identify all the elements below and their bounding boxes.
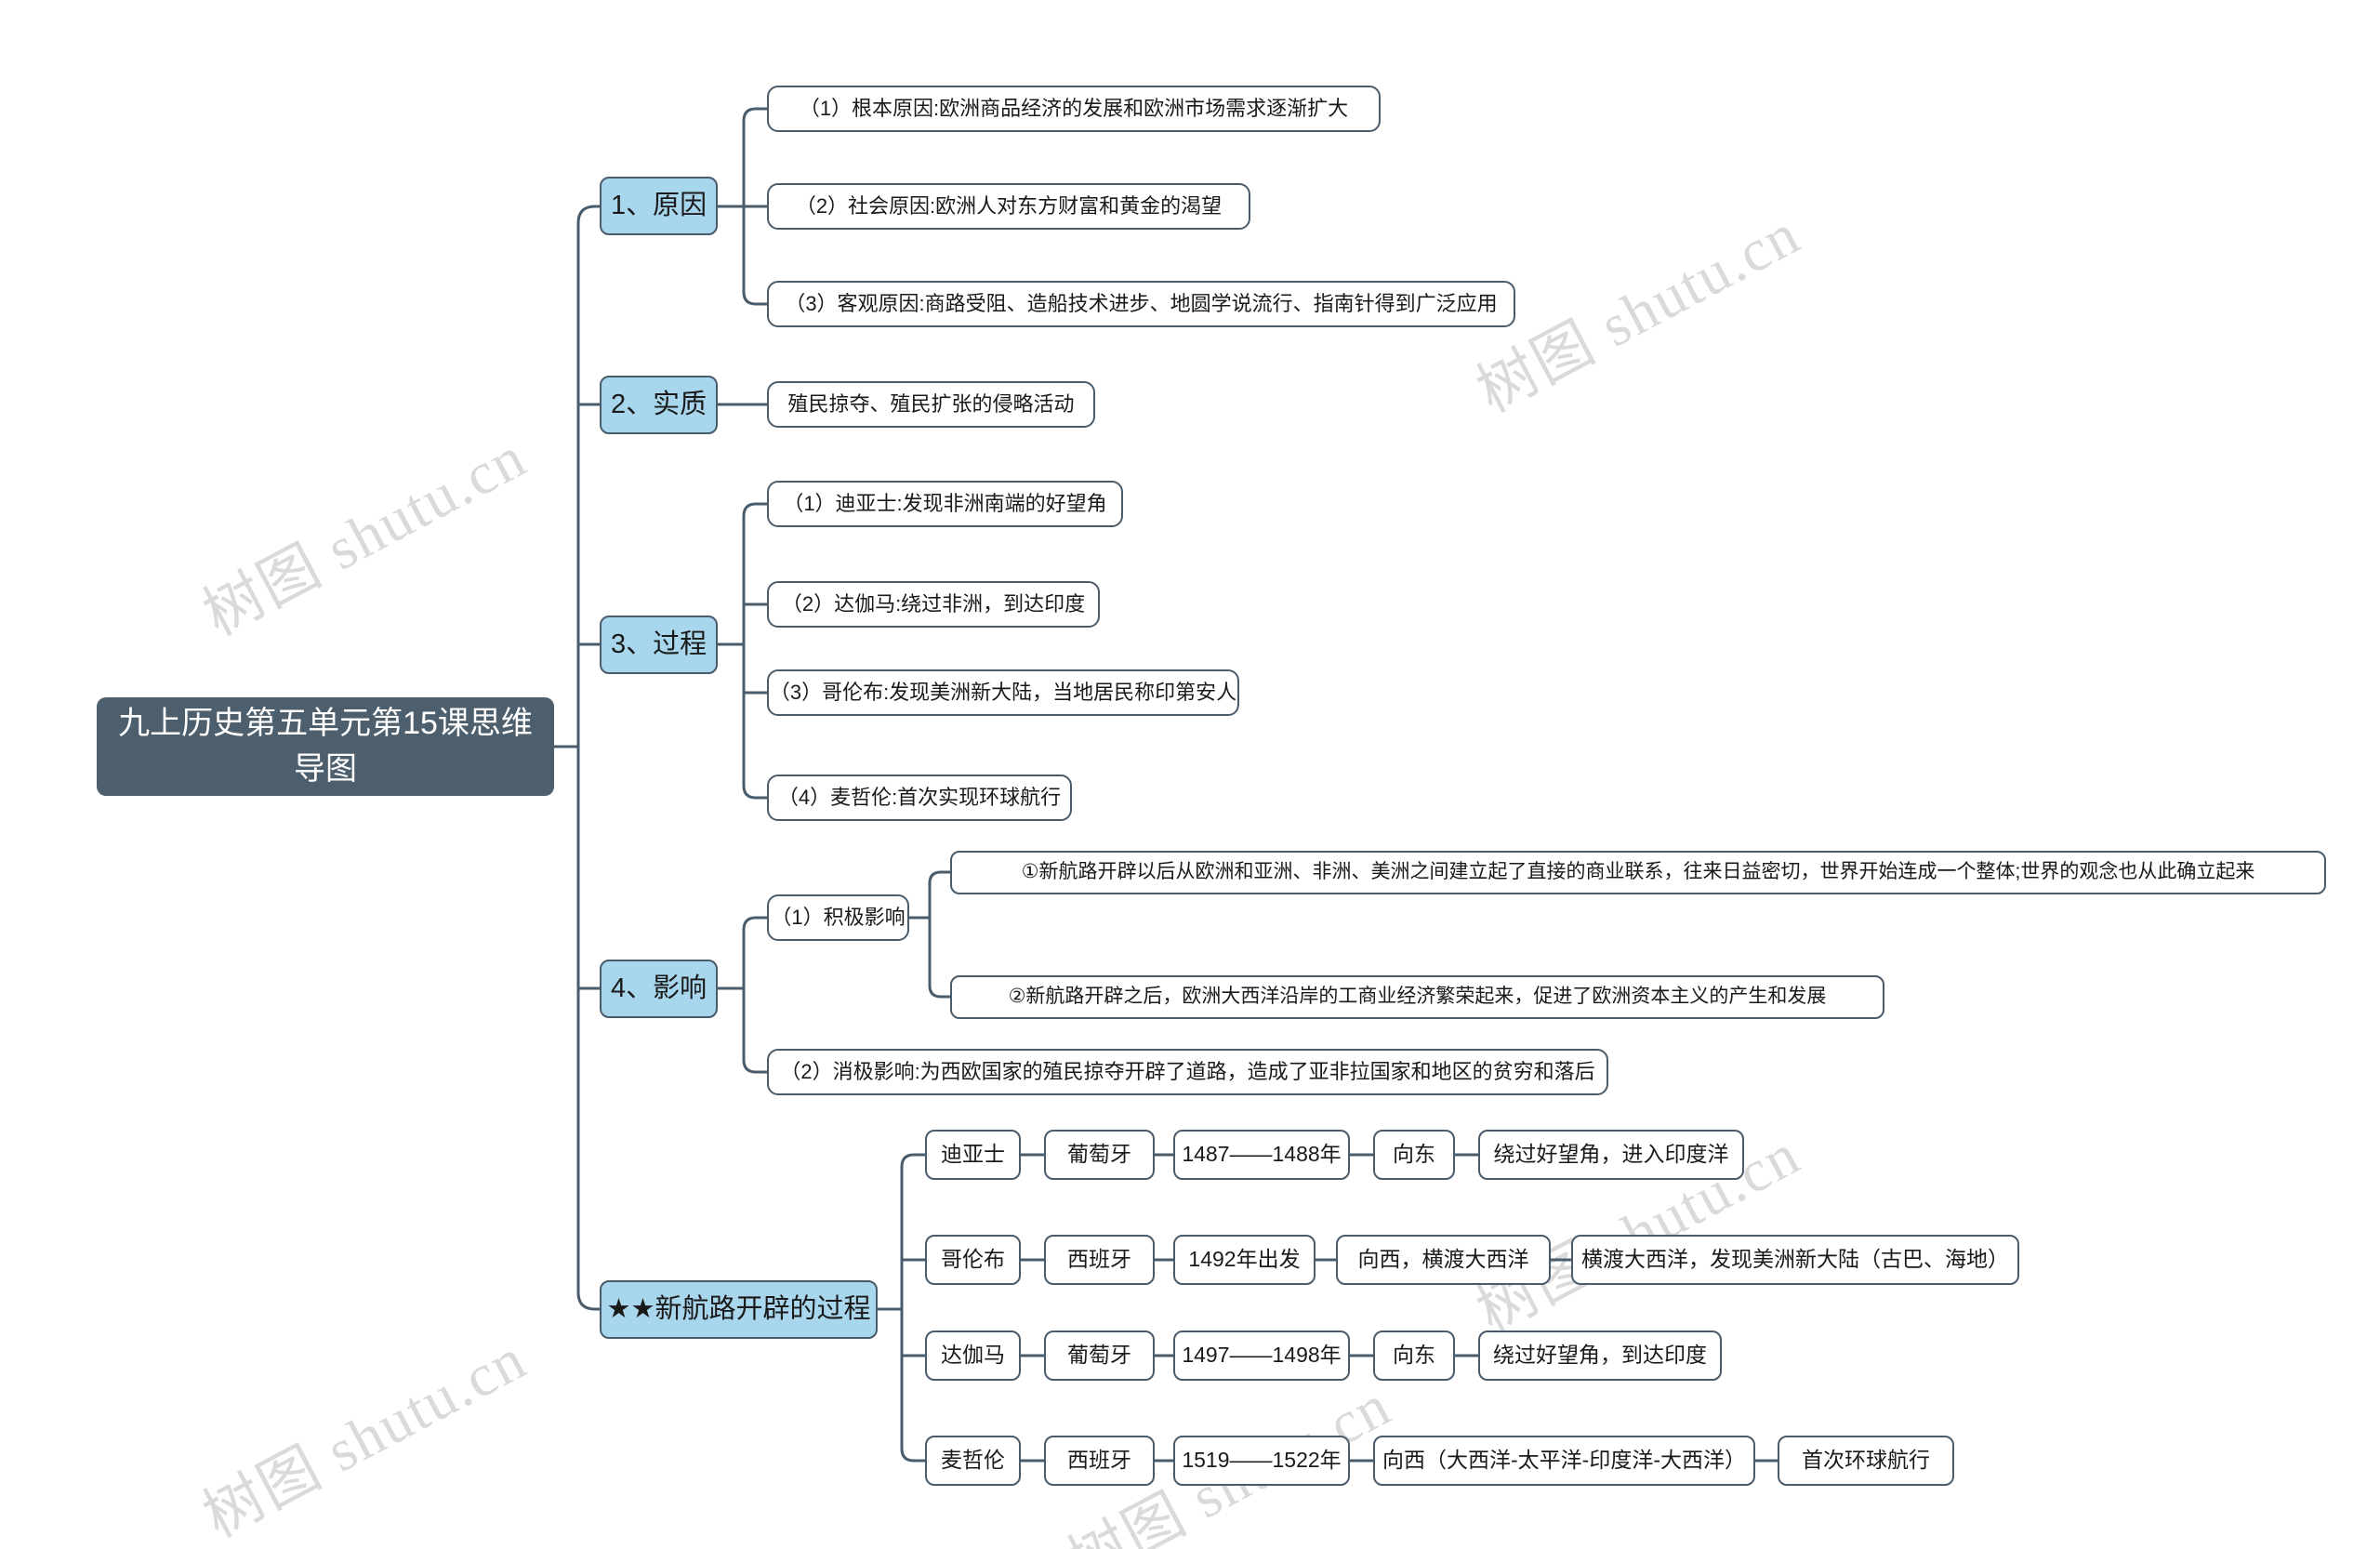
leaf-node-positive-impact-1[interactable]: ①新航路开辟以后从欧洲和亚洲、非洲、美洲之间建立起了直接的商业联系，往来日益密切… — [950, 851, 2326, 894]
leaf-node-positive-impact-2[interactable]: ②新航路开辟之后，欧洲大西洋沿岸的工商业经济繁荣起来，促进了欧洲资本主义的产生和… — [950, 975, 1884, 1019]
branch-node-kaipi-guocheng[interactable]: ★★新航路开辟的过程 — [600, 1280, 878, 1339]
table-cell-explorer[interactable]: 哥伦布 — [925, 1235, 1021, 1285]
leaf-node[interactable]: （3）客观原因:商路受阻、造船技术进步、地圆学说流行、指南针得到广泛应用 — [767, 281, 1515, 327]
table-cell-direction[interactable]: 向东 — [1373, 1130, 1455, 1180]
table-cell-years[interactable]: 1519——1522年 — [1173, 1436, 1350, 1486]
table-cell-achievement[interactable]: 横渡大西洋，发现美洲新大陆（古巴、海地） — [1571, 1235, 2019, 1285]
table-cell-years[interactable]: 1497——1498年 — [1173, 1331, 1350, 1381]
branch-node-shizhi[interactable]: 2、实质 — [600, 376, 718, 434]
leaf-node[interactable]: （2）社会原因:欧洲人对东方财富和黄金的渴望 — [767, 183, 1250, 230]
table-cell-achievement[interactable]: 绕过好望角，进入印度洋 — [1478, 1130, 1744, 1180]
leaf-node[interactable]: （1）根本原因:欧洲商品经济的发展和欧洲市场需求逐渐扩大 — [767, 86, 1381, 132]
watermark-text: 树图 shutu.cn — [192, 1325, 537, 1549]
branch-node-yuanyin[interactable]: 1、原因 — [600, 177, 718, 235]
table-cell-explorer[interactable]: 麦哲伦 — [925, 1436, 1021, 1486]
table-cell-years[interactable]: 1487——1488年 — [1173, 1130, 1350, 1180]
root-node[interactable]: 九上历史第五单元第15课思维导图 — [97, 697, 554, 796]
mindmap-canvas: 树图 shutu.cn 树图 shutu.cn 树图 shutu.cn 树图 s… — [0, 0, 2380, 1549]
table-cell-explorer[interactable]: 迪亚士 — [925, 1130, 1021, 1180]
table-cell-direction[interactable]: 向西，横渡大西洋 — [1336, 1235, 1551, 1285]
watermark-text: 树图 shutu.cn — [192, 423, 537, 648]
table-cell-country[interactable]: 西班牙 — [1044, 1235, 1155, 1285]
table-cell-direction[interactable]: 向东 — [1373, 1331, 1455, 1381]
table-cell-years[interactable]: 1492年出发 — [1173, 1235, 1316, 1285]
table-cell-country[interactable]: 葡萄牙 — [1044, 1130, 1155, 1180]
leaf-node[interactable]: 殖民掠夺、殖民扩张的侵略活动 — [767, 381, 1095, 428]
leaf-node-negative-impact[interactable]: （2）消极影响:为西欧国家的殖民掠夺开辟了道路，造成了亚非拉国家和地区的贫穷和落… — [767, 1049, 1608, 1095]
branch-node-guocheng[interactable]: 3、过程 — [600, 616, 718, 674]
table-cell-country[interactable]: 西班牙 — [1044, 1436, 1155, 1486]
leaf-node[interactable]: （3）哥伦布:发现美洲新大陆，当地居民称印第安人 — [767, 669, 1239, 716]
table-cell-achievement[interactable]: 绕过好望角，到达印度 — [1478, 1331, 1722, 1381]
leaf-node[interactable]: （1）迪亚士:发现非洲南端的好望角 — [767, 481, 1123, 527]
leaf-node-positive-impact[interactable]: （1）积极影响 — [767, 894, 909, 941]
branch-node-yingxiang[interactable]: 4、影响 — [600, 960, 718, 1018]
leaf-node[interactable]: （4）麦哲伦:首次实现环球航行 — [767, 774, 1072, 821]
table-cell-explorer[interactable]: 达伽马 — [925, 1331, 1021, 1381]
table-cell-direction[interactable]: 向西（大西洋-太平洋-印度洋-大西洋） — [1373, 1436, 1755, 1486]
table-cell-country[interactable]: 葡萄牙 — [1044, 1331, 1155, 1381]
table-cell-achievement[interactable]: 首次环球航行 — [1778, 1436, 1954, 1486]
leaf-node[interactable]: （2）达伽马:绕过非洲，到达印度 — [767, 581, 1100, 628]
